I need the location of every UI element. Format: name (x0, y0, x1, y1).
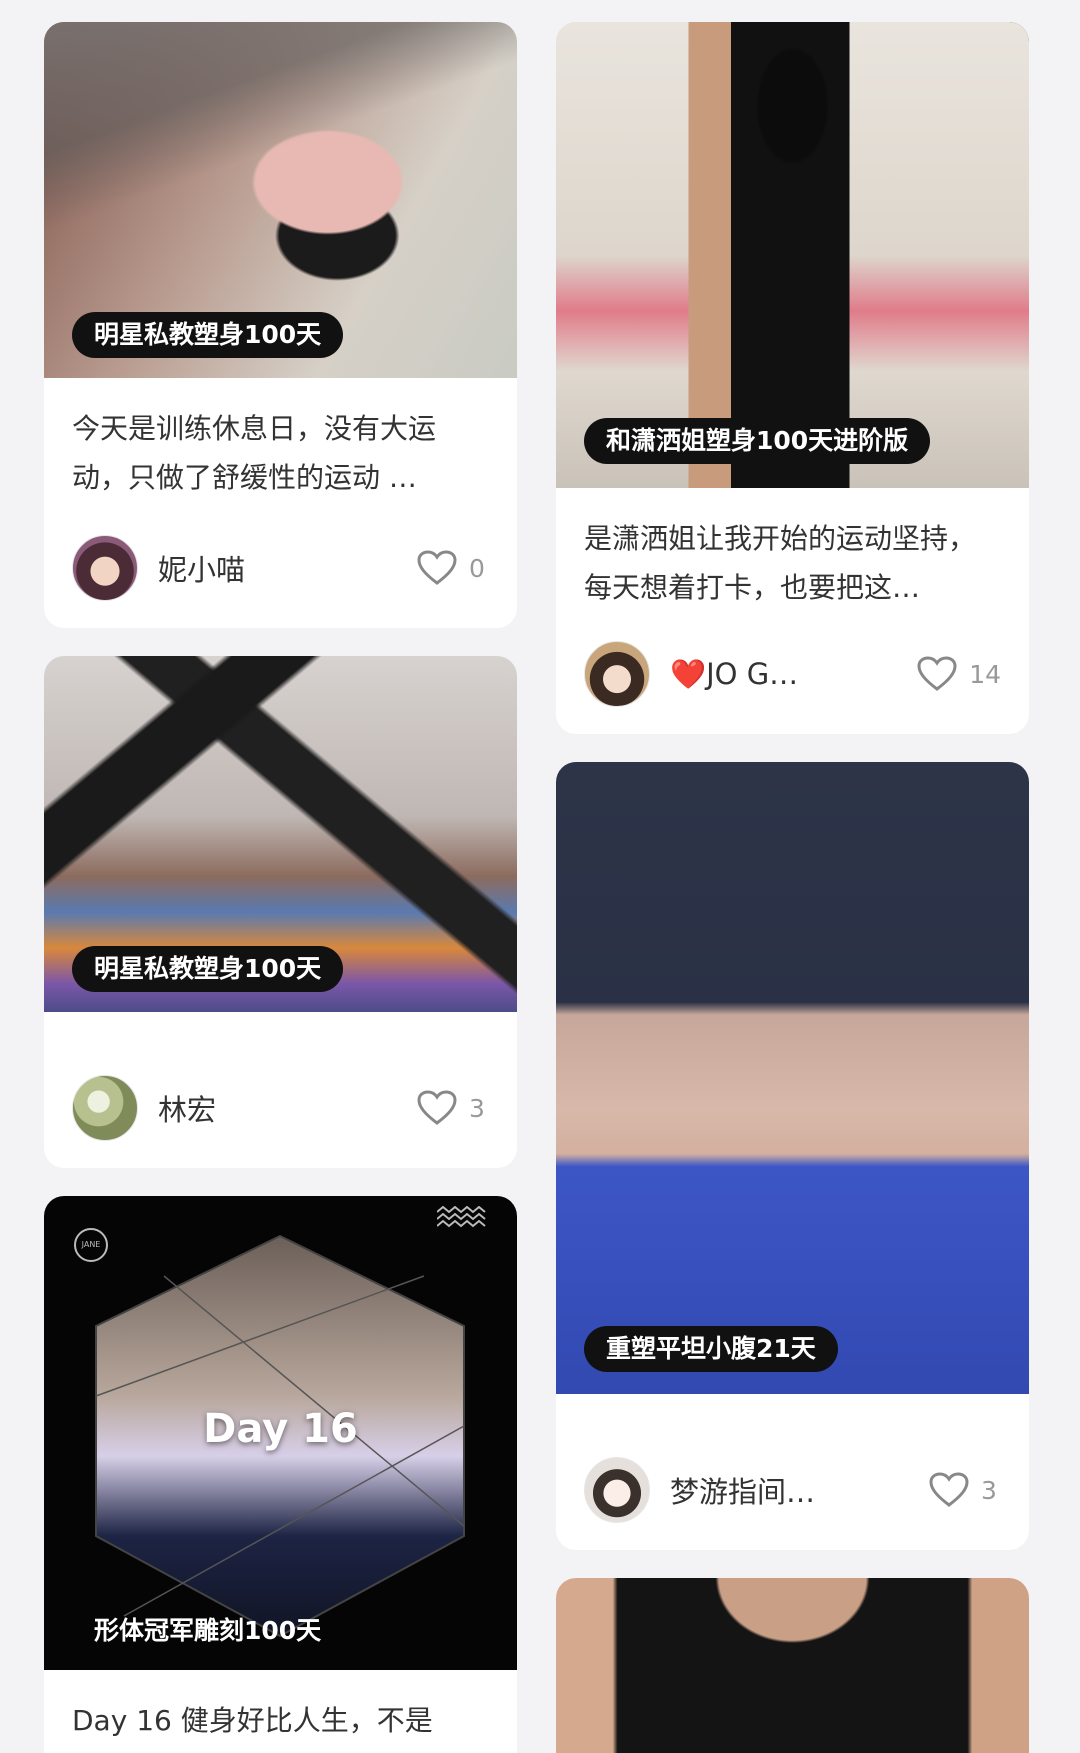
post-photo[interactable]: JANE Day 16 形体冠军雕刻100天 (44, 1196, 517, 1670)
post-card[interactable]: 和潇洒姐塑身100天进阶版 是潇洒姐让我开始的运动坚持，每天想着打卡，也要把这…… (556, 22, 1029, 734)
like-button[interactable]: 14 (917, 656, 1001, 692)
post-photo[interactable]: 明星私教塑身100天 (44, 22, 517, 378)
program-tag[interactable]: 明星私教塑身100天 (72, 946, 344, 992)
like-button[interactable]: 0 (417, 550, 489, 586)
photo-image (556, 1578, 1029, 1753)
heart-outline-icon (929, 1472, 969, 1507)
post-card[interactable] (556, 1578, 1029, 1753)
avatar[interactable] (72, 1075, 138, 1141)
avatar[interactable] (584, 641, 650, 707)
like-count: 3 (981, 1475, 997, 1505)
post-description: 今天是训练休息日，没有大运动，只做了舒缓性的运动 … (72, 412, 437, 494)
post-photo[interactable]: 明星私教塑身100天 (44, 656, 517, 1012)
avatar[interactable] (72, 535, 138, 601)
like-count: 14 (969, 659, 1001, 689)
post-feed: 明星私教塑身100天 今天是训练休息日，没有大运动，只做了舒缓性的运动 … 妮小… (0, 0, 1080, 1753)
heart-emoji: ❤️ (670, 656, 707, 691)
wave-pattern-icon (437, 1206, 486, 1228)
program-tag[interactable]: 和潇洒姐塑身100天进阶版 (584, 418, 931, 464)
post-photo[interactable] (556, 1578, 1029, 1753)
day-overlay-title: Day 16 (203, 1406, 358, 1452)
author-name[interactable]: 妮小喵 (158, 547, 417, 589)
avatar[interactable] (584, 1457, 650, 1523)
like-count: 3 (469, 1093, 485, 1123)
post-card[interactable]: 明星私教塑身100天 今天是训练休息日，没有大运动，只做了舒缓性的运动 … 妮小… (44, 22, 517, 628)
post-description: 是潇洒姐让我开始的运动坚持，每天想着打卡，也要把这… (584, 522, 977, 604)
like-count: 0 (469, 553, 485, 583)
author-name[interactable]: ❤️JO G… (670, 657, 917, 692)
program-tag[interactable]: 明星私教塑身100天 (72, 312, 344, 358)
post-card[interactable]: JANE Day 16 形体冠军雕刻100天 Day 16 健身好比人生，不是 (44, 1196, 517, 1753)
author-name[interactable]: 梦游指间… (670, 1469, 929, 1511)
heart-outline-icon (417, 550, 457, 585)
post-card[interactable]: 重塑平坦小腹21天 梦游指间… 3 (556, 762, 1029, 1550)
program-tag[interactable]: 重塑平坦小腹21天 (584, 1326, 838, 1372)
like-button[interactable]: 3 (929, 1472, 1001, 1508)
post-description: Day 16 健身好比人生，不是 (72, 1704, 433, 1737)
post-card[interactable]: 明星私教塑身100天 林宏 3 (44, 656, 517, 1168)
heart-outline-icon (917, 656, 957, 691)
like-button[interactable]: 3 (417, 1090, 489, 1126)
watermark-logo: JANE (74, 1228, 108, 1262)
photo-image (556, 762, 1029, 1394)
post-photo[interactable]: 和潇洒姐塑身100天进阶版 (556, 22, 1029, 488)
program-tag[interactable]: 形体冠军雕刻100天 (72, 1608, 343, 1654)
author-name[interactable]: 林宏 (158, 1087, 417, 1129)
heart-outline-icon (417, 1090, 457, 1125)
post-photo[interactable]: 重塑平坦小腹21天 (556, 762, 1029, 1394)
